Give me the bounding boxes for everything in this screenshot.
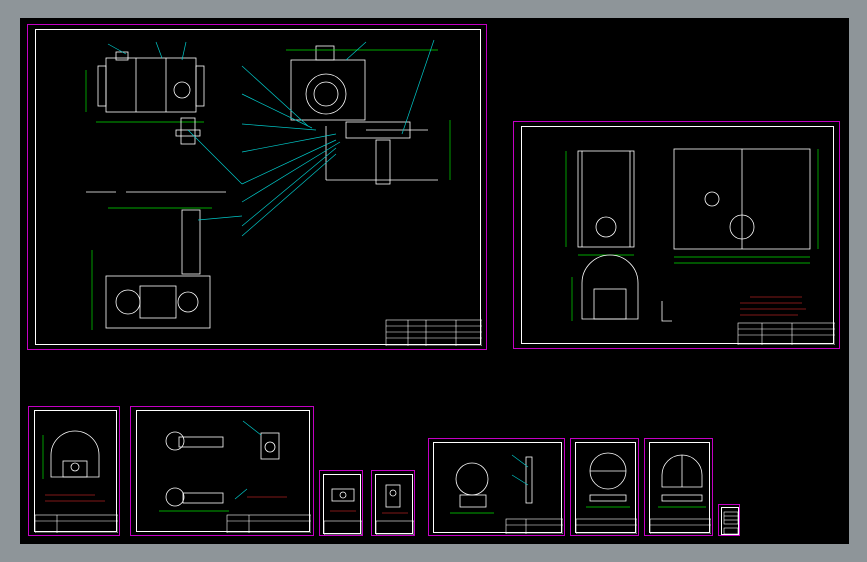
sheet-bracket-detail[interactable] [130,406,314,536]
main-assembly-drawing [85,39,483,347]
sheet-frame [575,442,638,535]
sheet-frame [649,442,712,535]
cad-model-space[interactable] [20,18,849,544]
leader-lines [187,65,341,237]
disk-drawing [575,452,638,535]
plan-view [91,207,212,330]
sheet-end-plate-detail[interactable] [28,406,120,536]
small-part-a-drawing [323,488,363,536]
sheet-frame [323,474,363,536]
title-block [737,322,836,346]
sheet-small-part-a[interactable] [319,470,363,536]
elevation-view [85,41,205,123]
sheet-frame [136,410,312,534]
title-block [385,319,483,347]
sheet-main-assembly[interactable] [27,24,487,350]
flange-drawing [450,454,564,535]
parts-list-drawing [723,511,739,535]
sheet-disk-detail[interactable] [570,438,639,536]
cap-drawing [649,454,712,535]
sheet-cap-detail[interactable] [644,438,713,536]
bracket-drawing [159,420,312,534]
sheet-parts-list[interactable] [718,504,740,536]
sheet-frame [34,410,119,534]
sheet-frame [35,29,483,347]
sheet-frame [721,507,739,535]
sheet-frame [433,442,564,535]
sheet-flange-assembly[interactable] [428,438,565,536]
sheet-small-part-b[interactable] [371,470,415,536]
sheet-frame [521,126,836,346]
end-plate-drawing [34,430,119,534]
sheet-frame [375,474,415,536]
housing-drawing [565,148,836,346]
sheet-housing-detail[interactable] [513,121,840,349]
small-part-b-drawing [375,484,415,536]
section-view [286,39,451,185]
